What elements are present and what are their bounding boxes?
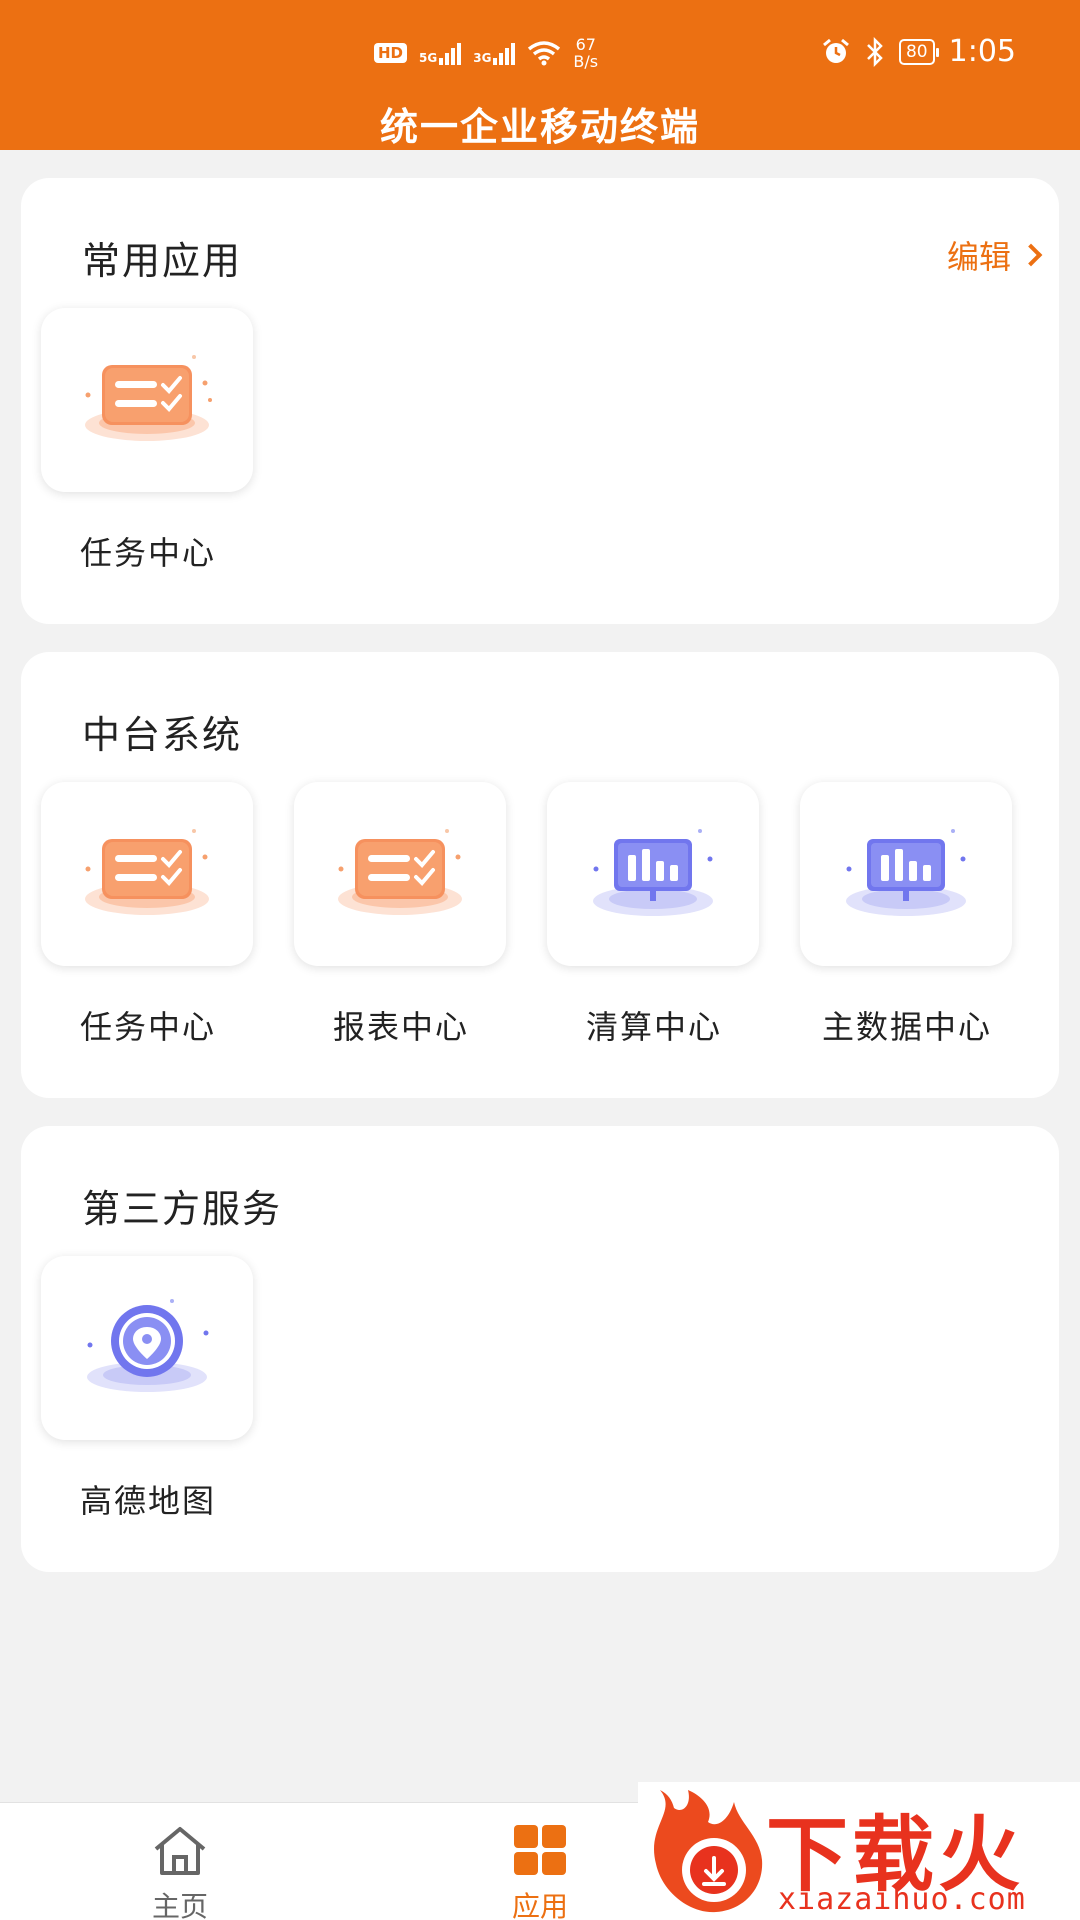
- network-speed: 67 B/s: [573, 35, 599, 71]
- chart-monitor-icon: [846, 829, 966, 916]
- task-icon: [85, 829, 209, 915]
- app-label: 主数据中心: [821, 1008, 992, 1046]
- flame-logo-icon: [654, 1790, 763, 1913]
- tab-label: 应用: [511, 1890, 568, 1920]
- edit-label: 编辑: [946, 238, 1011, 276]
- tab-label: 主页: [151, 1890, 208, 1920]
- watermark-site: xiazaihuo.com: [778, 1882, 1026, 1917]
- tab-apps[interactable]: 应用: [460, 1825, 620, 1920]
- app-label: 报表中心: [332, 1008, 469, 1046]
- section-title: 常用应用: [82, 239, 243, 283]
- page-title: 统一企业移动终端: [379, 105, 700, 149]
- section-title: 第三方服务: [82, 1187, 283, 1231]
- bluetooth-icon: [867, 36, 883, 67]
- app-label: 任务中心: [79, 1008, 216, 1046]
- grid-icon: [514, 1825, 566, 1875]
- signal-5g-label: 5G: [419, 51, 438, 65]
- app-tile-clearing-center[interactable]: 清算中心: [547, 782, 761, 1046]
- chart-monitor-icon: [593, 829, 713, 916]
- tab-home[interactable]: 主页: [100, 1825, 260, 1920]
- task-icon: [338, 829, 462, 915]
- map-pin-icon: [87, 1299, 209, 1392]
- clock: 1:05: [948, 34, 1016, 69]
- app-tile-task-center[interactable]: 任务中心: [41, 782, 255, 1046]
- section-common-apps: 常用应用 编辑 任务中心: [21, 178, 1059, 624]
- app-label: 任务中心: [79, 534, 216, 572]
- app-icon-frame: [294, 782, 506, 966]
- status-bar-left: HD 5G 3G 67 B/s: [374, 36, 598, 70]
- watermark: 下载火 xiazaihuo.com: [638, 1782, 1080, 1920]
- wifi-icon: [528, 41, 561, 66]
- chevron-right-icon: [1019, 243, 1043, 267]
- app-label: 清算中心: [585, 1008, 722, 1046]
- battery-icon: 80: [898, 38, 939, 65]
- app-icon-frame: [41, 782, 253, 966]
- home-icon: [154, 1827, 206, 1875]
- signal-3g-label: 3G: [473, 51, 492, 65]
- signal-3g-icon: 3G: [473, 41, 516, 65]
- section-third-party: 第三方服务 高德地图: [21, 1126, 1059, 1572]
- alarm-icon: [823, 38, 849, 63]
- task-icon: [85, 355, 212, 441]
- app-header: HD 5G 3G 67 B/s 80 1:05 统一企业移动终端: [0, 0, 1080, 150]
- edit-button[interactable]: 编辑: [946, 232, 1043, 278]
- signal-5g-icon: 5G: [419, 41, 462, 65]
- app-icon-frame: [800, 782, 1012, 966]
- status-bar-right: 80 1:05: [821, 34, 1016, 69]
- app-tile-task-center[interactable]: 任务中心: [41, 308, 255, 572]
- app-icon-frame: [547, 782, 759, 966]
- section-title: 中台系统: [82, 713, 243, 757]
- status-bar: HD 5G 3G 67 B/s 80 1:05: [0, 28, 1080, 78]
- app-icon-frame: [41, 1256, 253, 1440]
- app-tile-master-data-center[interactable]: 主数据中心: [800, 782, 1014, 1046]
- app-icon-frame: [41, 308, 253, 492]
- app-tile-report-center[interactable]: 报表中心: [294, 782, 508, 1046]
- hd-badge: HD: [374, 43, 408, 63]
- app-tile-amap[interactable]: 高德地图: [41, 1256, 255, 1520]
- app-label: 高德地图: [79, 1482, 216, 1520]
- section-platform-systems: 中台系统 任务中心 报表中心 清算中心 主数据中心: [21, 652, 1059, 1098]
